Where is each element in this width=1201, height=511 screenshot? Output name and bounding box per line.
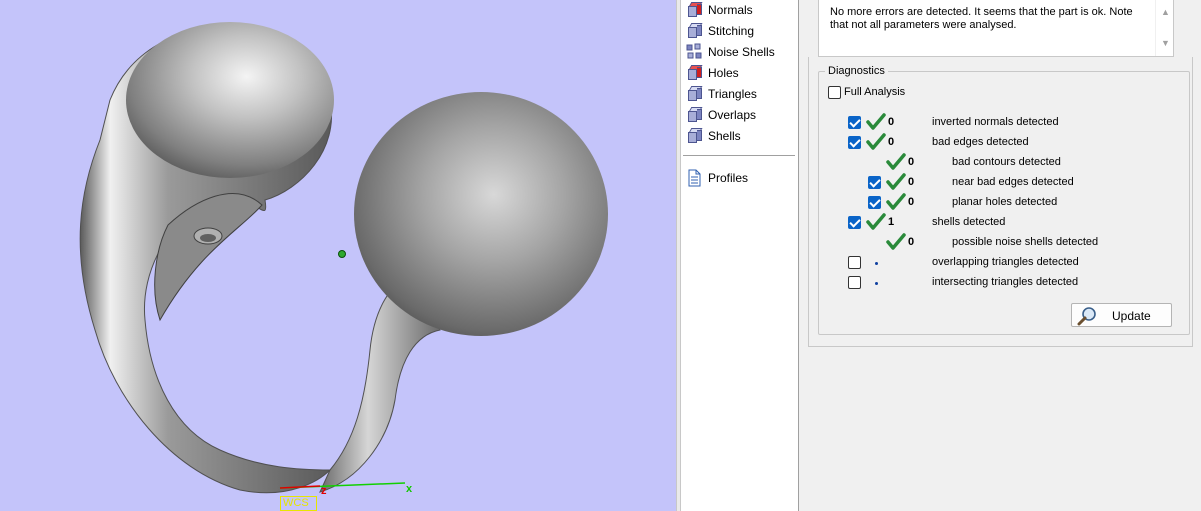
tree-item-stitching[interactable]: Stitching	[685, 21, 754, 41]
intersecting-triangles-label: intersecting triangles detected	[932, 276, 1079, 288]
tree-item-label: Shells	[708, 129, 741, 143]
tree-item-overlaps[interactable]: Overlaps	[685, 105, 756, 125]
3d-viewport[interactable]: x z WCS	[0, 0, 676, 511]
near-bad-edges-checkbox[interactable]	[868, 176, 881, 189]
tree-item-label: Stitching	[708, 24, 755, 38]
scroll-down-icon[interactable]: ▼	[1161, 38, 1170, 48]
model-render	[79, 22, 608, 494]
wcs-label: WCS	[280, 496, 317, 511]
near-bad-edges-label: near bad edges detected	[952, 176, 1074, 188]
ok-check-icon	[866, 113, 886, 130]
scroll-up-icon[interactable]: ▲	[1161, 7, 1170, 17]
tree-item-label: Noise Shells	[708, 45, 775, 59]
intersecting-triangles-checkbox[interactable]	[848, 276, 861, 289]
shells-label: shells detected	[932, 216, 1006, 228]
update-button-label: Update	[1112, 309, 1151, 323]
overlapping-triangles-label: overlapping triangles detected	[932, 256, 1079, 268]
tree-item-profiles[interactable]: Profiles	[685, 168, 748, 188]
tree-item-holes[interactable]: Holes	[685, 63, 739, 83]
noise-shells-count: 0	[908, 236, 915, 248]
planar-holes-checkbox[interactable]	[868, 196, 881, 209]
ok-check-icon	[866, 133, 886, 150]
info-message-text: No more errors are detected. It seems th…	[830, 6, 1133, 31]
tree-item-label: Overlaps	[708, 108, 757, 122]
inverted-normals-count: 0	[888, 116, 895, 128]
inverted-normals-label: inverted normals detected	[932, 116, 1059, 128]
noise-shells-label: possible noise shells detected	[952, 236, 1099, 248]
bad-edges-count: 0	[888, 136, 895, 148]
tree-item-label: Normals	[708, 3, 753, 17]
update-button[interactable]: Update	[1071, 303, 1172, 327]
full-analysis-label: Full Analysis	[844, 86, 906, 98]
tree-item-label: Holes	[708, 66, 739, 80]
tree-separator	[683, 155, 795, 156]
overlaps-cube-icon	[685, 106, 705, 124]
bad-edges-checkbox[interactable]	[848, 136, 861, 149]
bad-contours-count: 0	[908, 156, 915, 168]
planar-holes-label: planar holes detected	[952, 196, 1058, 208]
near-bad-edges-count: 0	[908, 176, 915, 188]
stitching-cube-icon	[685, 22, 705, 40]
analysis-tree: Normals Stitching Noise Shells Holes Tri…	[681, 0, 799, 511]
ok-check-icon	[886, 173, 906, 190]
left-sphere-shape	[126, 22, 334, 178]
x-axis-label: x	[406, 483, 413, 495]
overlapping-triangles-checkbox[interactable]	[848, 256, 861, 269]
pivot-point-marker	[338, 250, 346, 258]
document-icon	[685, 169, 705, 187]
info-message-box: No more errors are detected. It seems th…	[818, 0, 1174, 57]
pending-dot-icon	[875, 262, 878, 265]
shells-cube-icon	[685, 127, 705, 145]
tree-item-label: Triangles	[708, 87, 757, 101]
normals-cube-icon	[685, 1, 705, 19]
pending-dot-icon	[875, 282, 878, 285]
triangles-cube-icon	[685, 85, 705, 103]
tree-item-shells[interactable]: Shells	[685, 126, 741, 146]
ok-check-icon	[866, 213, 886, 230]
full-analysis-checkbox[interactable]	[828, 86, 841, 99]
inverted-normals-checkbox[interactable]	[848, 116, 861, 129]
hole-inner-shape	[200, 234, 216, 242]
ok-check-icon	[886, 153, 906, 170]
info-scrollbar[interactable]: ▲ ▼	[1155, 0, 1173, 56]
right-sphere-shape	[354, 92, 608, 336]
planar-holes-count: 0	[908, 196, 915, 208]
diagnostics-panel: No more errors are detected. It seems th…	[799, 0, 1201, 511]
tree-item-triangles[interactable]: Triangles	[685, 84, 757, 104]
bad-contours-label: bad contours detected	[952, 156, 1061, 168]
noise-shells-icon	[685, 43, 705, 61]
shells-count: 1	[888, 216, 895, 228]
diagnostics-title: Diagnostics	[825, 65, 888, 77]
tree-item-normals[interactable]: Normals	[685, 0, 753, 20]
holes-cube-icon	[685, 64, 705, 82]
tree-item-label: Profiles	[708, 171, 749, 185]
shells-checkbox[interactable]	[848, 216, 861, 229]
tree-item-noise-shells[interactable]: Noise Shells	[685, 42, 775, 62]
ok-check-icon	[886, 193, 906, 210]
bad-edges-label: bad edges detected	[932, 136, 1029, 148]
z-axis-label: z	[321, 485, 327, 497]
magnifier-icon	[1077, 307, 1096, 326]
ok-check-icon	[886, 233, 906, 250]
